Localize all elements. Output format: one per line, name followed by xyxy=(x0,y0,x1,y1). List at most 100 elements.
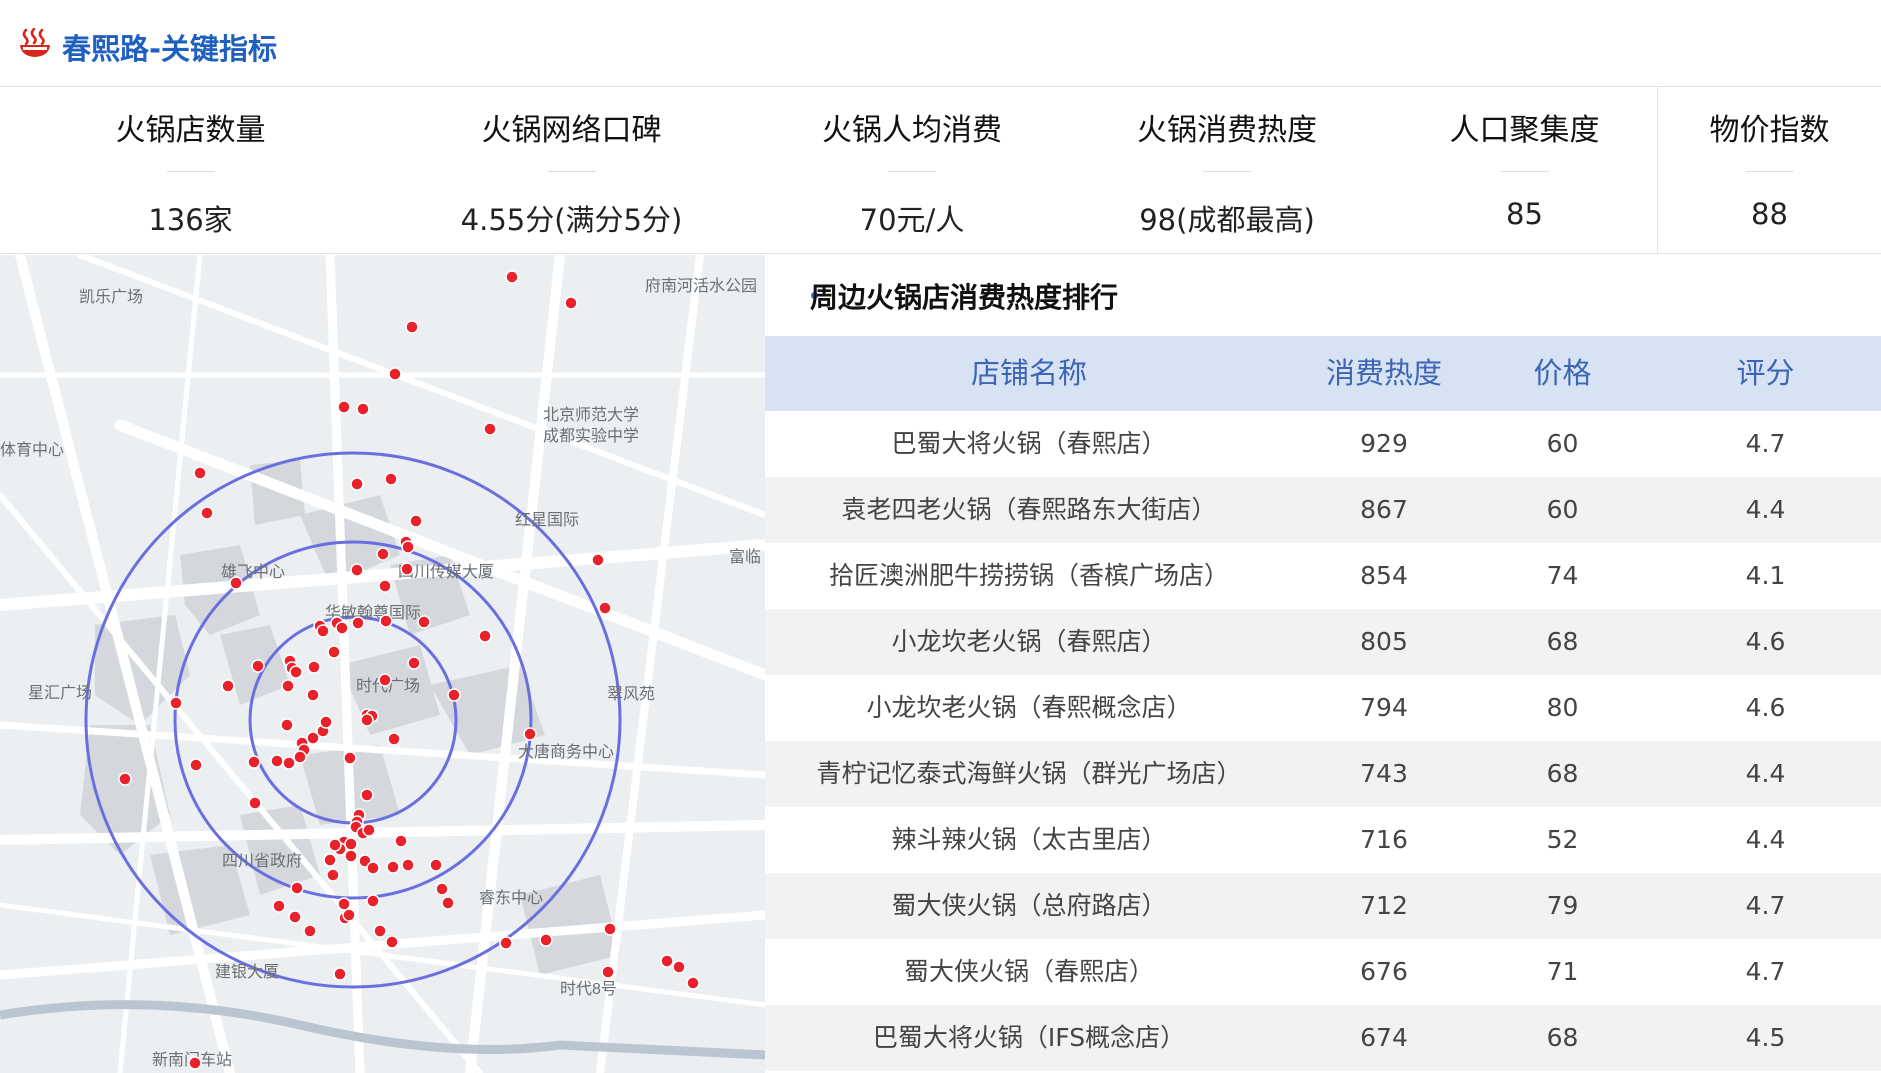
table-row[interactable]: 蜀大侠火锅（总府路店） 712 79 4.7 xyxy=(765,873,1881,939)
store-marker[interactable] xyxy=(356,402,370,416)
store-marker[interactable] xyxy=(221,679,235,693)
store-marker[interactable] xyxy=(378,579,392,593)
store-marker[interactable] xyxy=(337,400,351,414)
store-marker[interactable] xyxy=(405,320,419,334)
store-marker[interactable] xyxy=(272,899,286,913)
store-marker[interactable] xyxy=(385,935,399,949)
store-marker[interactable] xyxy=(327,645,341,659)
store-marker[interactable] xyxy=(188,1056,202,1070)
store-marker[interactable] xyxy=(118,772,132,786)
table-row[interactable]: 小龙坎老火锅（春熙概念店） 794 80 4.6 xyxy=(765,675,1881,741)
store-marker[interactable] xyxy=(373,924,387,938)
table-row[interactable]: 拾匠澳洲肥牛捞捞锅（香槟广场店） 854 74 4.1 xyxy=(765,543,1881,609)
store-marker[interactable] xyxy=(342,908,356,922)
store-marker[interactable] xyxy=(686,976,700,990)
store-marker[interactable] xyxy=(270,754,284,768)
store-marker[interactable] xyxy=(248,796,262,810)
table-row[interactable]: 青柠记忆泰式海鲜火锅（群光广场店） 743 68 4.4 xyxy=(765,741,1881,807)
store-marker[interactable] xyxy=(598,601,612,615)
store-marker[interactable] xyxy=(376,547,390,561)
store-marker[interactable] xyxy=(319,715,333,729)
store-marker[interactable] xyxy=(564,296,578,310)
store-marker[interactable] xyxy=(417,615,431,629)
rating-cell: 4.4 xyxy=(1745,759,1786,788)
store-marker[interactable] xyxy=(344,849,358,863)
store-marker[interactable] xyxy=(660,954,674,968)
store-marker[interactable] xyxy=(435,882,449,896)
store-marker[interactable] xyxy=(400,562,414,576)
col-heat[interactable]: 消费热度 xyxy=(1293,336,1475,411)
store-marker[interactable] xyxy=(337,897,351,911)
store-marker[interactable] xyxy=(429,858,443,872)
store-marker[interactable] xyxy=(360,713,374,727)
store-marker[interactable] xyxy=(328,838,342,852)
store-marker[interactable] xyxy=(169,696,183,710)
store-marker[interactable] xyxy=(378,673,392,687)
table-row[interactable]: 巴蜀大将火锅（IFS概念店） 674 68 4.5 xyxy=(765,1005,1881,1071)
store-marker[interactable] xyxy=(289,665,303,679)
store-marker[interactable] xyxy=(388,367,402,381)
map-label: 凯乐广场 xyxy=(79,288,143,306)
store-marker[interactable] xyxy=(672,960,686,974)
store-marker[interactable] xyxy=(409,514,423,528)
store-marker[interactable] xyxy=(499,936,513,950)
store-marker[interactable] xyxy=(335,621,349,635)
store-marker[interactable] xyxy=(366,861,380,875)
store-marker[interactable] xyxy=(326,868,340,882)
store-marker[interactable] xyxy=(343,751,357,765)
store-marker[interactable] xyxy=(280,718,294,732)
store-marker[interactable] xyxy=(333,967,347,981)
store-marker[interactable] xyxy=(351,616,365,630)
store-marker[interactable] xyxy=(307,660,321,674)
store-marker[interactable] xyxy=(483,422,497,436)
store-marker[interactable] xyxy=(251,659,265,673)
store-marker[interactable] xyxy=(293,750,307,764)
store-marker[interactable] xyxy=(591,553,605,567)
hotpot-store-map[interactable]: 凯乐广场 府南河活水公园 北京师范大学 成都实验中学 体育中心 红星国际 富临 … xyxy=(0,255,765,1073)
table-row[interactable]: 巴蜀大将火锅（春熙店） 929 60 4.7 xyxy=(765,411,1881,477)
col-rating[interactable]: 评分 xyxy=(1650,336,1881,411)
store-marker[interactable] xyxy=(401,540,415,554)
store-marker[interactable] xyxy=(360,788,374,802)
table-row[interactable]: 袁老四老火锅（春熙路东大街店） 867 60 4.4 xyxy=(765,477,1881,543)
store-marker[interactable] xyxy=(290,881,304,895)
store-marker[interactable] xyxy=(441,896,455,910)
store-marker[interactable] xyxy=(306,688,320,702)
store-marker[interactable] xyxy=(407,656,421,670)
store-marker[interactable] xyxy=(193,466,207,480)
store-marker[interactable] xyxy=(316,624,330,638)
store-marker[interactable] xyxy=(288,910,302,924)
store-marker[interactable] xyxy=(281,679,295,693)
store-marker[interactable] xyxy=(303,924,317,938)
store-marker[interactable] xyxy=(523,727,537,741)
store-marker[interactable] xyxy=(282,756,296,770)
store-marker[interactable] xyxy=(379,614,393,628)
store-marker[interactable] xyxy=(306,731,320,745)
store-marker[interactable] xyxy=(247,755,261,769)
col-store-name[interactable]: 店铺名称 xyxy=(765,336,1293,411)
store-marker[interactable] xyxy=(539,933,553,947)
store-marker[interactable] xyxy=(386,860,400,874)
store-marker[interactable] xyxy=(200,506,214,520)
col-price[interactable]: 价格 xyxy=(1475,336,1650,411)
table-row[interactable]: 辣斗辣火锅（太古里店） 716 52 4.4 xyxy=(765,807,1881,873)
store-marker[interactable] xyxy=(189,758,203,772)
store-marker[interactable] xyxy=(229,576,243,590)
store-marker[interactable] xyxy=(401,858,415,872)
store-marker[interactable] xyxy=(350,477,364,491)
store-marker[interactable] xyxy=(394,834,408,848)
store-marker[interactable] xyxy=(366,894,380,908)
store-marker[interactable] xyxy=(362,823,376,837)
store-marker[interactable] xyxy=(344,837,358,851)
store-marker[interactable] xyxy=(603,922,617,936)
store-marker[interactable] xyxy=(601,965,615,979)
store-marker[interactable] xyxy=(505,270,519,284)
table-row[interactable]: 小龙坎老火锅（春熙店） 805 68 4.6 xyxy=(765,609,1881,675)
store-marker[interactable] xyxy=(323,853,337,867)
table-row[interactable]: 蜀大侠火锅（春熙店） 676 71 4.7 xyxy=(765,939,1881,1005)
store-marker[interactable] xyxy=(447,688,461,702)
store-marker[interactable] xyxy=(387,732,401,746)
store-marker[interactable] xyxy=(350,563,364,577)
store-marker[interactable] xyxy=(478,629,492,643)
store-marker[interactable] xyxy=(384,472,398,486)
